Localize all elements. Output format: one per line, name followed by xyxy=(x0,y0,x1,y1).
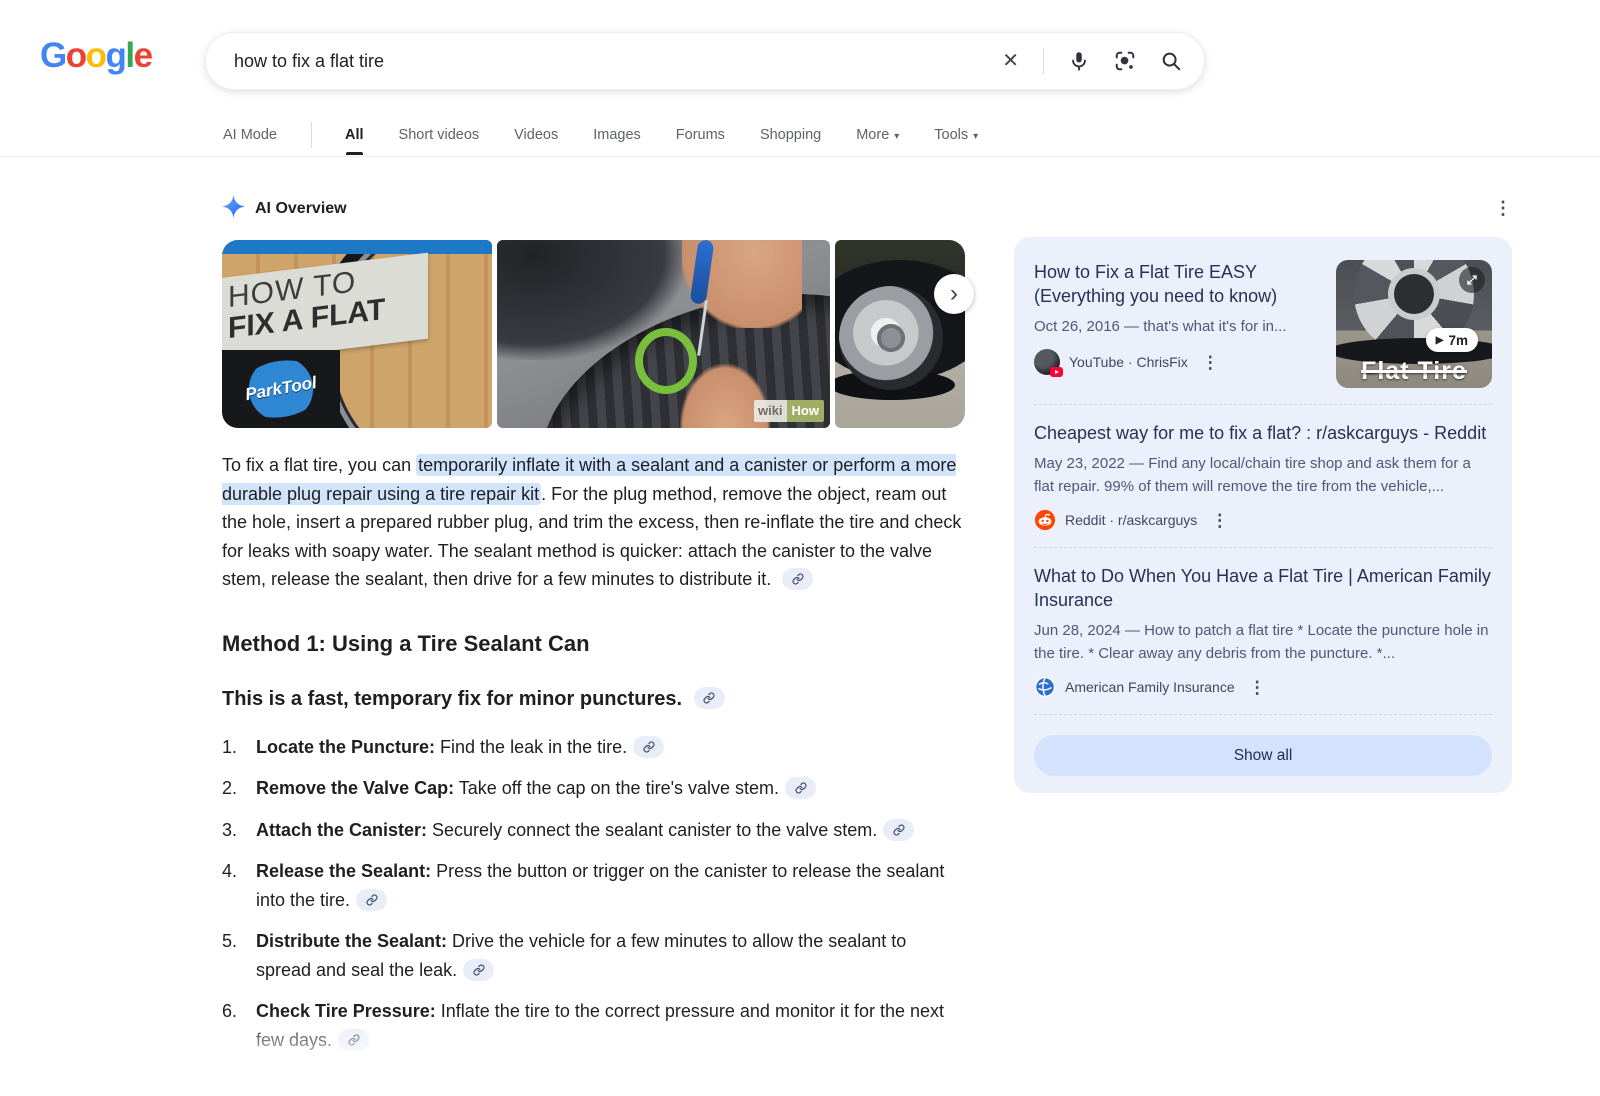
youtube-avatar xyxy=(1034,349,1060,375)
video-thumbnail[interactable]: Flat Tire ▶7m xyxy=(1336,260,1492,388)
tab-short-videos[interactable]: Short videos xyxy=(398,127,481,143)
play-icon: ▶ xyxy=(1436,335,1444,346)
search-divider xyxy=(1043,48,1044,74)
source-title[interactable]: What to Do When You Have a Flat Tire | A… xyxy=(1034,564,1492,612)
source-card-youtube[interactable]: How to Fix a Flat Tire EASY (Everything … xyxy=(1034,260,1492,388)
source-menu-button[interactable]: ⋮ xyxy=(1202,354,1219,371)
source-menu-button[interactable]: ⋮ xyxy=(1211,512,1228,529)
list-item: 6.Check Tire Pressure: Inflate the tire … xyxy=(222,997,965,1054)
link-icon xyxy=(366,894,378,906)
globe-icon xyxy=(1034,676,1056,698)
header-divider xyxy=(0,156,1600,157)
chevron-down-icon: ▾ xyxy=(894,131,899,142)
source-link-chip[interactable] xyxy=(338,1029,369,1051)
ai-overview-menu-button[interactable]: ⋮ xyxy=(1494,199,1512,217)
video-duration-badge: ▶7m xyxy=(1426,328,1478,352)
list-item: 1.Locate the Puncture: Find the leak in … xyxy=(222,733,965,762)
source-link-chip[interactable] xyxy=(356,889,387,911)
search-bar[interactable]: ✕ xyxy=(205,32,1205,90)
google-logo[interactable]: Google xyxy=(40,36,152,76)
youtube-icon xyxy=(1050,367,1063,377)
source-card-reddit[interactable]: Cheapest way for me to fix a flat? : r/a… xyxy=(1034,421,1492,531)
tab-forums[interactable]: Forums xyxy=(675,127,726,143)
tab-all[interactable]: All xyxy=(344,127,365,143)
source-link-chip[interactable] xyxy=(633,736,664,758)
source-link-chip[interactable] xyxy=(883,819,914,841)
show-all-button[interactable]: Show all xyxy=(1034,735,1492,776)
tabs-divider xyxy=(311,122,312,148)
tab-images[interactable]: Images xyxy=(592,127,642,143)
ai-overview-summary: To fix a flat tire, you can temporarily … xyxy=(222,451,965,594)
tab-more[interactable]: More▾ xyxy=(855,127,900,143)
list-item: 2.Remove the Valve Cap: Take off the cap… xyxy=(222,774,965,803)
google-lens-icon[interactable] xyxy=(1114,50,1136,72)
thumbnail-caption: Flat Tire xyxy=(1336,357,1492,386)
source-snippet: Jun 28, 2024 — How to patch a flat tire … xyxy=(1034,619,1492,665)
tab-tools[interactable]: Tools▾ xyxy=(933,127,979,143)
wikihow-watermark: wikiHow xyxy=(754,400,824,422)
carousel-image-flat-tire[interactable] xyxy=(835,240,965,428)
source-card-amfam[interactable]: What to Do When You Have a Flat Tire | A… xyxy=(1034,564,1492,698)
steps-list: 1.Locate the Puncture: Find the leak in … xyxy=(222,733,965,1055)
link-icon xyxy=(348,1034,360,1046)
parktool-logo: ParkTool xyxy=(244,373,318,405)
search-input[interactable] xyxy=(234,51,1002,72)
link-icon xyxy=(795,782,807,794)
link-icon xyxy=(703,692,715,704)
tab-ai-mode[interactable]: AI Mode xyxy=(222,127,278,143)
source-label[interactable]: Reddit · r/askcarguys xyxy=(1065,512,1197,528)
sidebar-divider xyxy=(1034,547,1492,548)
method-heading: Method 1: Using a Tire Sealant Can xyxy=(222,631,965,657)
link-icon xyxy=(893,824,905,836)
chevron-down-icon: ▾ xyxy=(973,131,978,142)
source-title[interactable]: Cheapest way for me to fix a flat? : r/a… xyxy=(1034,421,1492,445)
source-snippet: May 23, 2022 — Find any local/chain tire… xyxy=(1034,452,1492,498)
source-link-chip[interactable] xyxy=(782,568,813,590)
link-icon xyxy=(643,741,655,753)
tab-shopping[interactable]: Shopping xyxy=(759,127,822,143)
ai-overview-label: AI Overview xyxy=(255,200,347,218)
tab-videos[interactable]: Videos xyxy=(513,127,559,143)
sidebar-divider xyxy=(1034,714,1492,715)
link-icon xyxy=(473,964,485,976)
sidebar-divider xyxy=(1034,404,1492,405)
ai-overview-panel: AI Overview HOW TO FIX A FLAT ParkTool w… xyxy=(222,197,965,1067)
source-label[interactable]: American Family Insurance xyxy=(1065,679,1235,695)
list-item: 5.Distribute the Sealant: Drive the vehi… xyxy=(222,927,965,984)
ai-sparkle-icon xyxy=(222,195,245,223)
carousel-image-parktool[interactable]: HOW TO FIX A FLAT ParkTool xyxy=(222,240,492,428)
clear-icon[interactable]: ✕ xyxy=(1002,51,1019,71)
ai-overview-sources-panel: How to Fix a Flat Tire EASY (Everything … xyxy=(1014,237,1512,793)
carousel-image-wikihow[interactable]: wikiHow xyxy=(497,240,830,428)
source-snippet: Oct 26, 2016 — that's what it's for in..… xyxy=(1034,315,1322,338)
reddit-icon xyxy=(1034,509,1056,531)
carousel-next-button[interactable]: › xyxy=(934,274,974,314)
list-item: 4.Release the Sealant: Press the button … xyxy=(222,857,965,914)
source-link-chip[interactable] xyxy=(463,959,494,981)
source-title[interactable]: How to Fix a Flat Tire EASY (Everything … xyxy=(1034,260,1322,308)
expand-icon[interactable] xyxy=(1459,267,1485,293)
list-item: 3.Attach the Canister: Securely connect … xyxy=(222,816,965,845)
microphone-icon[interactable] xyxy=(1068,50,1090,72)
ai-overview-image-carousel: HOW TO FIX A FLAT ParkTool wikiHow xyxy=(222,240,965,428)
source-link-chip[interactable] xyxy=(785,777,816,799)
puncture-highlight-ring xyxy=(635,328,697,394)
method-lead: This is a fast, temporary fix for minor … xyxy=(222,688,965,711)
source-label[interactable]: YouTube · ChrisFix xyxy=(1069,354,1188,370)
result-tabs: AI Mode All Short videos Videos Images F… xyxy=(222,115,1012,155)
source-link-chip[interactable] xyxy=(694,687,725,709)
source-menu-button[interactable]: ⋮ xyxy=(1249,679,1266,696)
link-icon xyxy=(792,573,804,585)
search-icon[interactable] xyxy=(1160,50,1182,72)
